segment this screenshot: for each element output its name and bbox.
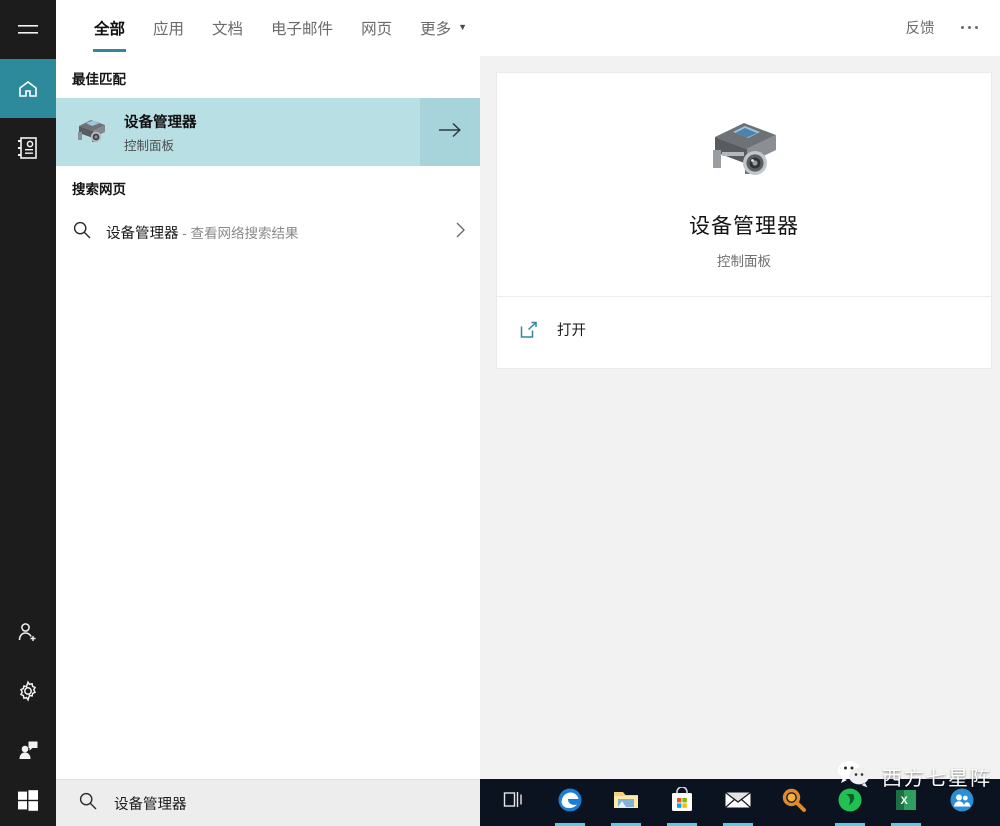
sidebar-item-account[interactable] [0, 602, 56, 661]
dot-2 [967, 25, 971, 30]
tabbar: 全部 应用 文档 电子邮件 网页 更多 ▼ 反馈 [56, 0, 1000, 56]
dot-3 [974, 25, 978, 30]
preview-device-manager-icon [698, 107, 790, 192]
open-action-row[interactable]: 打开 [497, 311, 991, 348]
excel-icon: X [894, 787, 918, 818]
arrow-right-icon [437, 121, 463, 144]
tab-web[interactable]: 网页 [347, 0, 406, 55]
person-add-icon [16, 620, 40, 644]
sidebar-item-feedback[interactable] [0, 720, 56, 779]
tab-more[interactable]: 更多 ▼ [406, 0, 481, 55]
windows-logo-icon [17, 789, 39, 816]
preview-inner: 设备管理器 控制面板 打开 [496, 72, 992, 369]
feedback-button[interactable]: 反馈 [906, 17, 935, 38]
task-view-icon [502, 789, 526, 816]
magnifier-app-icon [781, 787, 807, 818]
tab-more-label: 更多 [420, 20, 452, 38]
preview-subtitle: 控制面板 [717, 254, 771, 269]
taskbar-file-explorer[interactable] [604, 779, 648, 826]
results-pane: 最佳匹配 设备管理器 控制面板 搜索网页 设备管理器 - 查看网络搜索结果 [56, 0, 480, 779]
tab-documents-label: 文档 [212, 20, 244, 38]
windows-search-panel: 最佳匹配 设备管理器 控制面板 搜索网页 设备管理器 - 查看网络搜索结果 设备… [0, 0, 1000, 826]
search-icon [78, 791, 98, 816]
sidebar-item-settings[interactable] [0, 661, 56, 720]
best-match-main[interactable]: 设备管理器 控制面板 [56, 98, 420, 166]
tab-email-label: 电子邮件 [271, 20, 334, 38]
tab-web-label: 网页 [361, 20, 393, 38]
web-search-label: 设备管理器 - 查看网络搜索结果 [106, 222, 440, 243]
chevron-down-icon: ▼ [458, 22, 468, 32]
search-input[interactable]: 设备管理器 [56, 779, 480, 826]
preview-card: 设备管理器 控制面板 [496, 72, 992, 296]
tab-all[interactable]: 全部 [80, 0, 139, 55]
search-input-value: 设备管理器 [114, 796, 187, 813]
gear-icon [16, 679, 40, 703]
left-rail [0, 0, 56, 779]
open-external-icon [519, 320, 539, 340]
sidebar-item-notebook[interactable] [0, 118, 56, 177]
folder-icon [612, 788, 640, 817]
home-icon [16, 77, 40, 101]
svg-text:X: X [901, 795, 909, 807]
tab-email[interactable]: 电子邮件 [257, 0, 347, 55]
tab-apps-label: 应用 [153, 20, 185, 38]
best-match-title: 设备管理器 [124, 114, 197, 131]
edge-icon [557, 787, 583, 818]
taskbar-green-app[interactable] [828, 779, 872, 826]
tabbar-right: 反馈 [906, 0, 1000, 55]
preview-title: 设备管理器 [689, 215, 799, 238]
hamburger-menu-icon [17, 22, 39, 38]
taskbar-edge[interactable] [548, 779, 592, 826]
web-search-query: 设备管理器 [106, 225, 179, 242]
device-manager-icon [72, 113, 110, 152]
web-search-suffix: - 查看网络搜索结果 [178, 225, 299, 241]
tab-documents[interactable]: 文档 [198, 0, 257, 55]
best-match-texts: 设备管理器 控制面板 [124, 111, 197, 154]
mail-icon [724, 789, 752, 816]
dot-1 [960, 25, 964, 30]
best-match-subtitle: 控制面板 [124, 138, 175, 153]
web-search-header: 搜索网页 [72, 182, 126, 197]
results-list: 最佳匹配 设备管理器 控制面板 搜索网页 设备管理器 - 查看网络搜索结果 [56, 56, 480, 779]
taskbar: X 西方七星阵 [480, 761, 1000, 826]
chevron-right-icon [454, 220, 466, 245]
taskbar-mail[interactable] [716, 779, 760, 826]
search-icon [72, 220, 92, 245]
bottom-bar: 设备管理器 X 西方七星阵 [0, 761, 1000, 826]
hamburger-menu-button[interactable] [0, 0, 56, 59]
best-match-header: 最佳匹配 [72, 72, 126, 87]
notebook-icon [17, 136, 39, 160]
green-circle-icon [837, 787, 863, 818]
best-match-open-arrow-button[interactable] [420, 98, 480, 166]
store-icon [670, 786, 694, 818]
start-button[interactable] [0, 779, 56, 826]
people-icon [949, 787, 975, 818]
preview-actions: 打开 [496, 296, 992, 369]
taskbar-task-view[interactable] [492, 779, 536, 826]
web-search-row[interactable]: 设备管理器 - 查看网络搜索结果 [56, 208, 480, 256]
tab-all-label: 全部 [94, 20, 126, 38]
sidebar-item-home[interactable] [0, 59, 56, 118]
tab-apps[interactable]: 应用 [139, 0, 198, 55]
feedback-person-icon [16, 738, 40, 762]
taskbar-people[interactable] [940, 779, 984, 826]
taskbar-search-app[interactable] [772, 779, 816, 826]
search-body: 最佳匹配 设备管理器 控制面板 搜索网页 设备管理器 - 查看网络搜索结果 设备… [0, 0, 1000, 779]
taskbar-excel[interactable]: X [884, 779, 928, 826]
more-options-button[interactable] [957, 20, 983, 36]
best-match-row[interactable]: 设备管理器 控制面板 [56, 98, 480, 166]
open-action-label: 打开 [557, 323, 586, 339]
preview-pane: 设备管理器 控制面板 打开 [480, 0, 1000, 779]
taskbar-microsoft-store[interactable] [660, 779, 704, 826]
